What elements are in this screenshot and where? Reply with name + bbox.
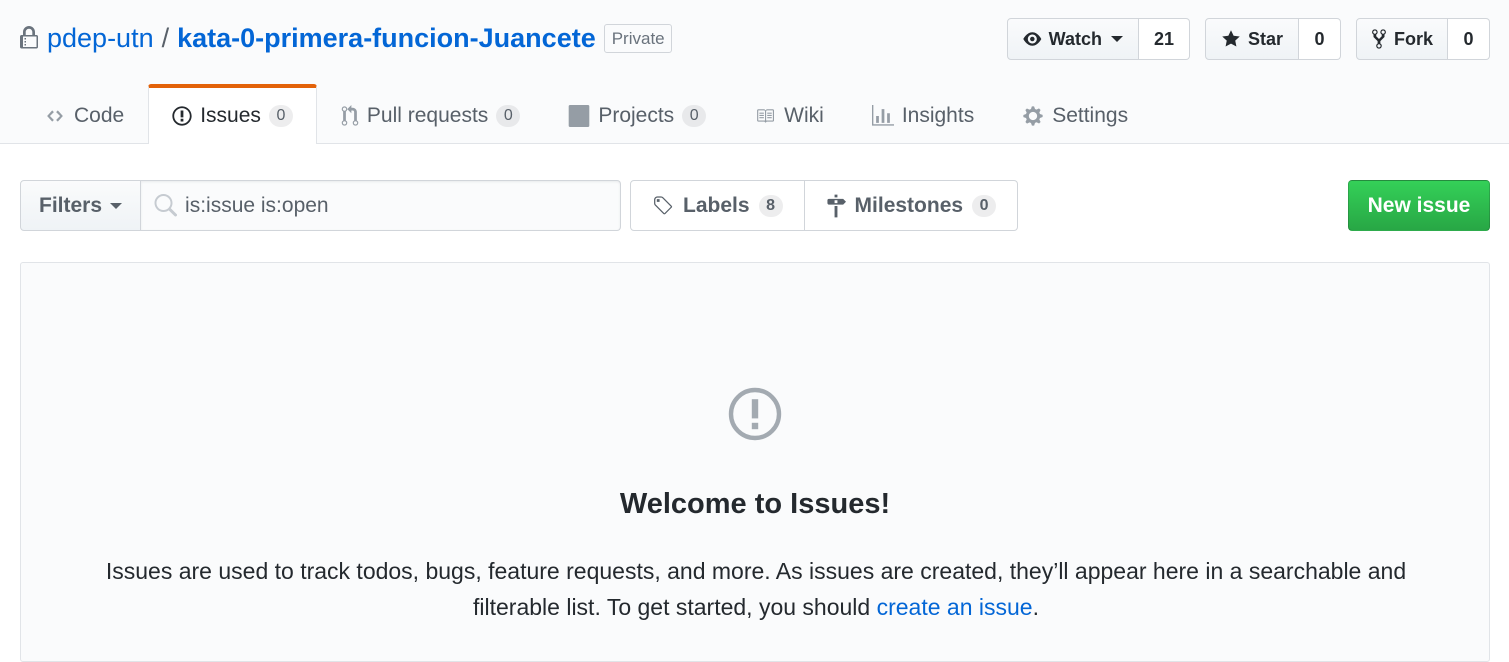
blankslate-text-end: . (1032, 594, 1039, 620)
tab-label: Issues (200, 104, 261, 127)
filters-dropdown-button[interactable]: Filters (20, 180, 142, 231)
blankslate-description: Issues are used to track todos, bugs, fe… (81, 553, 1431, 625)
eye-icon (1023, 32, 1042, 46)
issues-blankslate: Welcome to Issues! Issues are used to tr… (20, 262, 1490, 662)
star-group: Star 0 (1205, 18, 1341, 60)
labels-button[interactable]: Labels 8 (630, 180, 805, 231)
tab-label: Settings (1052, 103, 1129, 127)
tab-label: Code (74, 103, 125, 127)
repo-nav: Code Issues 0 Pull requests 0 Projects 0… (20, 84, 1152, 144)
filters-label: Filters (39, 193, 103, 217)
search-icon (154, 194, 178, 217)
watch-group: Watch 21 (1007, 18, 1190, 60)
repo-title: pdep-utn / kata-0-primera-funcion-Juance… (20, 20, 672, 56)
path-separator: / (161, 22, 170, 53)
code-icon (47, 109, 63, 122)
private-label: Private (603, 23, 672, 53)
milestones-label: Milestones (854, 193, 964, 217)
milestones-button[interactable]: Milestones 0 (804, 180, 1019, 231)
tab-label: Projects (598, 103, 675, 127)
project-icon (569, 104, 590, 127)
tab-issues[interactable]: Issues 0 (148, 84, 317, 144)
repo-owner-link[interactable]: pdep-utn (47, 23, 154, 54)
create-issue-link[interactable]: create an issue (877, 594, 1033, 620)
fork-group: Fork 0 (1356, 18, 1490, 60)
labels-counter: 8 (758, 194, 783, 217)
chevron-down-icon (110, 202, 123, 209)
watchers-count[interactable]: 21 (1139, 18, 1190, 60)
new-issue-button[interactable]: New issue (1348, 180, 1490, 231)
issue-opened-icon (172, 106, 192, 126)
graph-icon (871, 104, 894, 126)
issue-opened-icon (728, 387, 782, 441)
tab-code[interactable]: Code (20, 84, 148, 144)
watch-label: Watch (1048, 28, 1102, 49)
forks-count[interactable]: 0 (1448, 18, 1490, 60)
labels-label: Labels (683, 193, 750, 217)
tab-label: Wiki (784, 103, 824, 127)
stargazers-count[interactable]: 0 (1299, 18, 1341, 60)
issues-search (141, 180, 622, 231)
star-button[interactable]: Star (1205, 18, 1299, 60)
milestone-icon (826, 194, 846, 217)
tab-label: Pull requests (366, 103, 489, 127)
repo-forked-icon (1372, 29, 1386, 49)
tab-pull-requests[interactable]: Pull requests 0 (317, 84, 544, 144)
issues-filter-bar: Filters (20, 180, 622, 231)
tab-projects[interactable]: Projects 0 (544, 84, 730, 144)
repo-header: pdep-utn / kata-0-primera-funcion-Juance… (0, 0, 1509, 144)
fork-label: Fork (1393, 28, 1433, 49)
book-icon (757, 108, 775, 123)
lock-icon (20, 26, 38, 49)
gear-icon (1023, 105, 1043, 126)
fork-button[interactable]: Fork (1356, 18, 1448, 60)
labels-milestones-group: Labels 8 Milestones 0 (630, 180, 1019, 231)
tab-label: Insights (901, 103, 975, 127)
milestones-counter: 0 (972, 194, 997, 217)
tab-wiki[interactable]: Wiki (730, 84, 848, 144)
tag-icon (654, 195, 673, 214)
projects-counter: 0 (682, 104, 707, 127)
issues-counter: 0 (268, 105, 293, 127)
watch-button[interactable]: Watch (1007, 18, 1139, 60)
repo-name-link[interactable]: kata-0-primera-funcion-Juancete (177, 23, 596, 54)
search-input[interactable] (185, 181, 606, 230)
blankslate-title: Welcome to Issues! (619, 488, 891, 520)
git-pull-request-icon (341, 104, 359, 126)
blankslate-text: Issues are used to track todos, bugs, fe… (105, 558, 1407, 620)
tab-insights[interactable]: Insights (848, 84, 998, 144)
star-icon (1222, 30, 1240, 47)
tab-settings[interactable]: Settings (998, 84, 1152, 144)
pull-requests-counter: 0 (496, 104, 521, 127)
star-label: Star (1247, 28, 1283, 49)
chevron-down-icon (1111, 36, 1123, 42)
